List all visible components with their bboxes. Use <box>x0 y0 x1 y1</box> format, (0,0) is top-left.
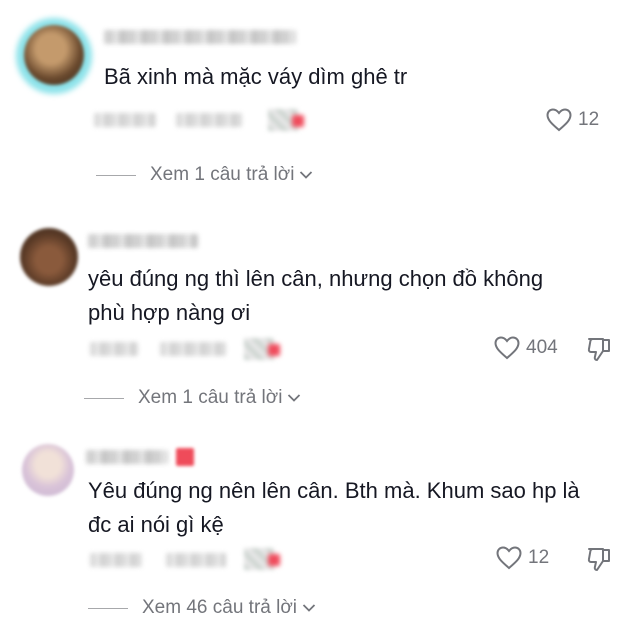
reply-button[interactable] <box>166 553 226 567</box>
username[interactable] <box>104 30 296 44</box>
heart-icon <box>496 546 522 570</box>
comment-text-line: Bã xinh mà mặc váy dìm ghê tr <box>104 64 408 89</box>
thumbs-down-icon[interactable] <box>586 336 614 362</box>
chevron-down-icon <box>300 171 313 179</box>
view-replies-button[interactable]: Xem 46 câu trả lời <box>88 597 316 619</box>
like-button[interactable]: 12 <box>546 108 599 132</box>
view-replies-label: Xem 46 câu trả lời <box>142 597 298 618</box>
view-replies-label: Xem 1 câu trả lời <box>150 164 295 185</box>
reaction-thumbnail <box>268 109 298 131</box>
comment-item: Bã xinh mà mặc váy dìm ghê tr 12 Xem 1 c… <box>0 0 640 200</box>
comment-date <box>90 342 138 356</box>
divider-line <box>84 397 124 399</box>
username[interactable] <box>86 450 168 464</box>
view-replies-label: Xem 1 câu trả lời <box>138 387 283 408</box>
username[interactable] <box>88 234 198 248</box>
comment-text-line: phù hợp nàng ơi <box>88 300 251 325</box>
avatar[interactable] <box>22 444 74 496</box>
comment-date <box>90 553 142 567</box>
like-button[interactable]: 404 <box>494 336 558 360</box>
avatar[interactable] <box>20 228 78 286</box>
reaction-thumbnail <box>244 338 274 360</box>
comment-item: Yêu đúng ng nên lên cân. Bth mà. Khum sa… <box>0 436 640 640</box>
divider-line <box>88 607 128 609</box>
reaction-thumbnail <box>244 548 274 570</box>
comment-text-line: đc ai nói gì kệ <box>88 512 224 537</box>
view-replies-button[interactable]: Xem 1 câu trả lời <box>96 164 313 186</box>
thumbs-down-icon[interactable] <box>586 546 614 572</box>
like-count: 404 <box>526 337 558 358</box>
view-replies-button[interactable]: Xem 1 câu trả lời <box>84 387 301 409</box>
comment-text-line: yêu đúng ng thì lên cân, nhưng chọn đồ k… <box>88 266 544 291</box>
like-count: 12 <box>578 109 600 130</box>
comment-text-line: Yêu đúng ng nên lên cân. Bth mà. Khum sa… <box>88 478 580 503</box>
comment-item: yêu đúng ng thì lên cân, nhưng chọn đồ k… <box>0 220 640 420</box>
heart-icon <box>494 336 520 360</box>
like-count: 12 <box>528 547 550 568</box>
avatar[interactable] <box>24 25 84 85</box>
comment-date <box>94 113 156 127</box>
chevron-down-icon <box>302 604 316 612</box>
divider-line <box>96 174 136 176</box>
reply-button[interactable] <box>160 342 226 356</box>
badge-icon <box>176 448 194 466</box>
heart-icon <box>546 108 572 132</box>
chevron-down-icon <box>288 394 301 402</box>
reply-button[interactable] <box>176 113 242 127</box>
like-button[interactable]: 12 <box>496 546 549 570</box>
